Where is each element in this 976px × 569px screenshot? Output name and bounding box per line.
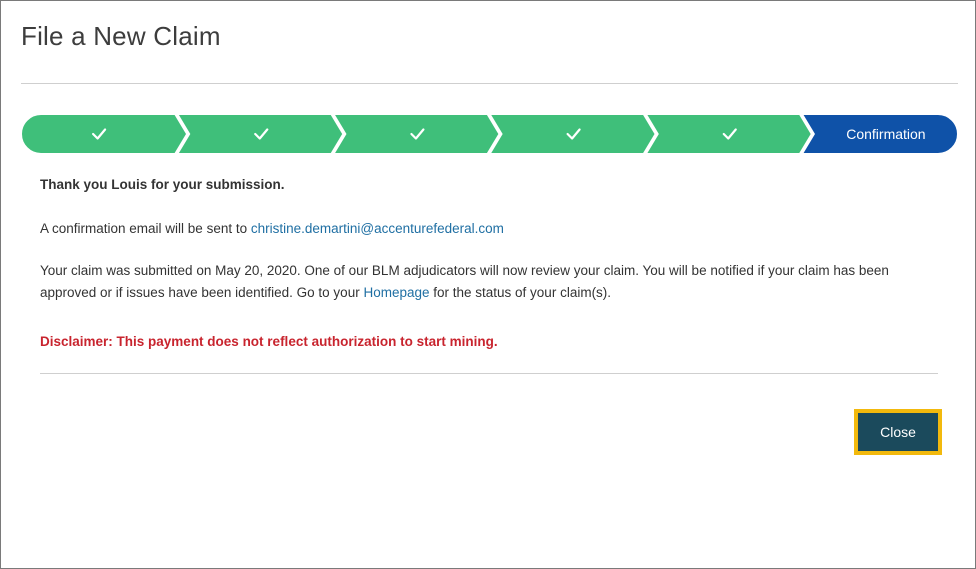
step-4-completed [488,114,657,154]
step-5-completed [644,114,813,154]
confirmation-email-text: A confirmation email will be sent to chr… [40,218,504,240]
step-1-completed [21,114,189,154]
disclaimer-text: Disclaimer: This payment does not reflec… [40,334,498,349]
close-button[interactable]: Close [858,413,938,451]
thank-you-message: Thank you Louis for your submission. [40,177,285,192]
step-3-completed [332,114,501,154]
review-status-text: Your claim was submitted on May 20, 2020… [40,260,930,304]
step-label-6: Confirmation [846,126,926,142]
close-button-highlight: Close [854,409,942,455]
review-suffix: for the status of your claim(s). [429,285,612,300]
new-claim-dialog: File a New Claim Confirmation Thank you … [0,0,976,569]
progress-stepper: Confirmation [21,114,958,154]
dialog-title: File a New Claim [21,21,221,51]
step-2-completed [176,114,345,154]
homepage-link[interactable]: Homepage [363,285,429,300]
content-divider [40,373,938,374]
email-link[interactable]: christine.demartini@accenturefederal.com [251,221,504,236]
title-divider [21,83,958,84]
email-prefix: A confirmation email will be sent to [40,221,251,236]
